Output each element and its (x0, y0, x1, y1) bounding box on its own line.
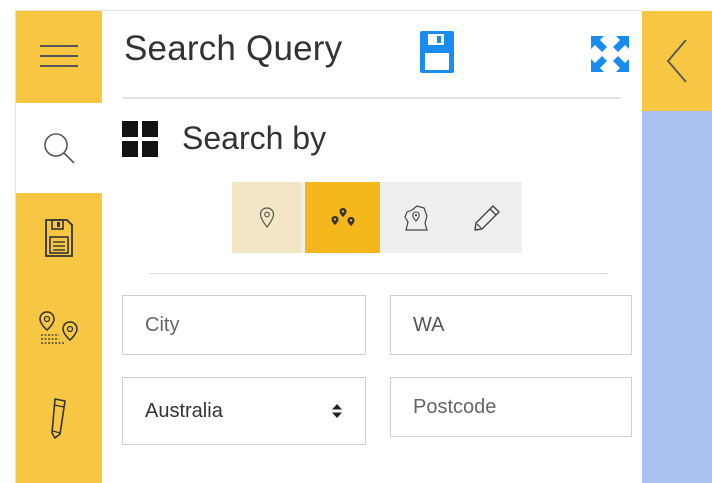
region-pin-icon (404, 204, 428, 231)
search-by-label: Search by (182, 120, 327, 156)
rail-search-button[interactable] (16, 103, 102, 193)
sort-arrows-icon (332, 404, 342, 418)
pencil-icon (51, 398, 66, 439)
page-title: Search Query (124, 29, 343, 68)
collapse-panel-button[interactable] (642, 11, 712, 111)
mode-single-location-button[interactable] (232, 182, 301, 253)
floppy-document-icon (45, 219, 73, 257)
search-icon (44, 133, 75, 164)
chevron-left-icon (666, 39, 687, 83)
rail-saved-button[interactable] (16, 193, 102, 283)
country-select[interactable]: Australia (122, 377, 366, 445)
search-mode-selector (232, 182, 522, 253)
country-select-value: Australia (145, 399, 223, 422)
city-input[interactable] (122, 295, 366, 355)
mode-region-button[interactable] (382, 182, 450, 253)
multi-pin-icon (331, 207, 354, 226)
rail-draw-button[interactable] (16, 373, 102, 463)
header-divider (122, 97, 620, 99)
mode-freehand-button[interactable] (452, 182, 522, 253)
save-icon[interactable] (420, 31, 454, 73)
grid-icon (122, 121, 158, 157)
section-divider (149, 273, 607, 274)
postcode-input[interactable] (390, 377, 632, 437)
map-area[interactable] (642, 111, 712, 483)
route-pins-icon (39, 311, 78, 344)
map-pin-icon (259, 206, 274, 228)
menu-button[interactable] (16, 11, 102, 101)
mode-multi-location-button[interactable] (305, 182, 380, 253)
pencil-icon (474, 204, 500, 231)
expand-icon[interactable] (590, 35, 630, 73)
rail-route-button[interactable] (16, 283, 102, 373)
state-input[interactable] (390, 295, 632, 355)
search-panel: Search Query Search by City WA Australia… (102, 11, 642, 483)
hamburger-icon (40, 45, 78, 67)
side-rail (16, 11, 102, 483)
